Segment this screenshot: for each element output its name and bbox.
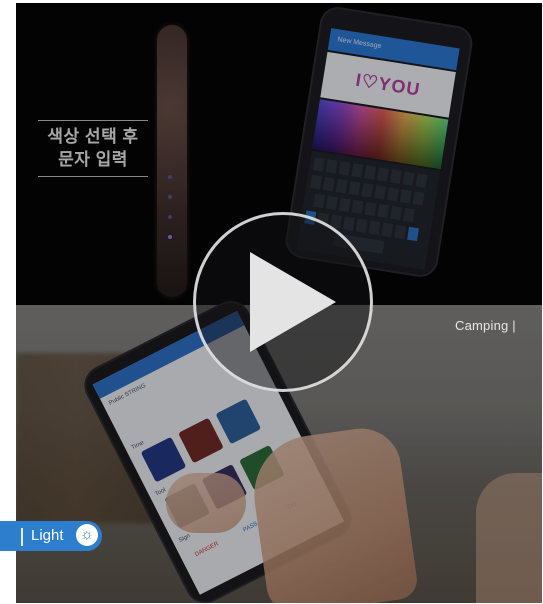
play-icon xyxy=(250,252,336,352)
play-button[interactable] xyxy=(193,212,373,392)
camping-label: Camping | xyxy=(455,318,516,333)
sun-icon: ☼ xyxy=(76,524,98,546)
light-label: Light xyxy=(31,527,64,544)
light-separator xyxy=(21,528,23,546)
